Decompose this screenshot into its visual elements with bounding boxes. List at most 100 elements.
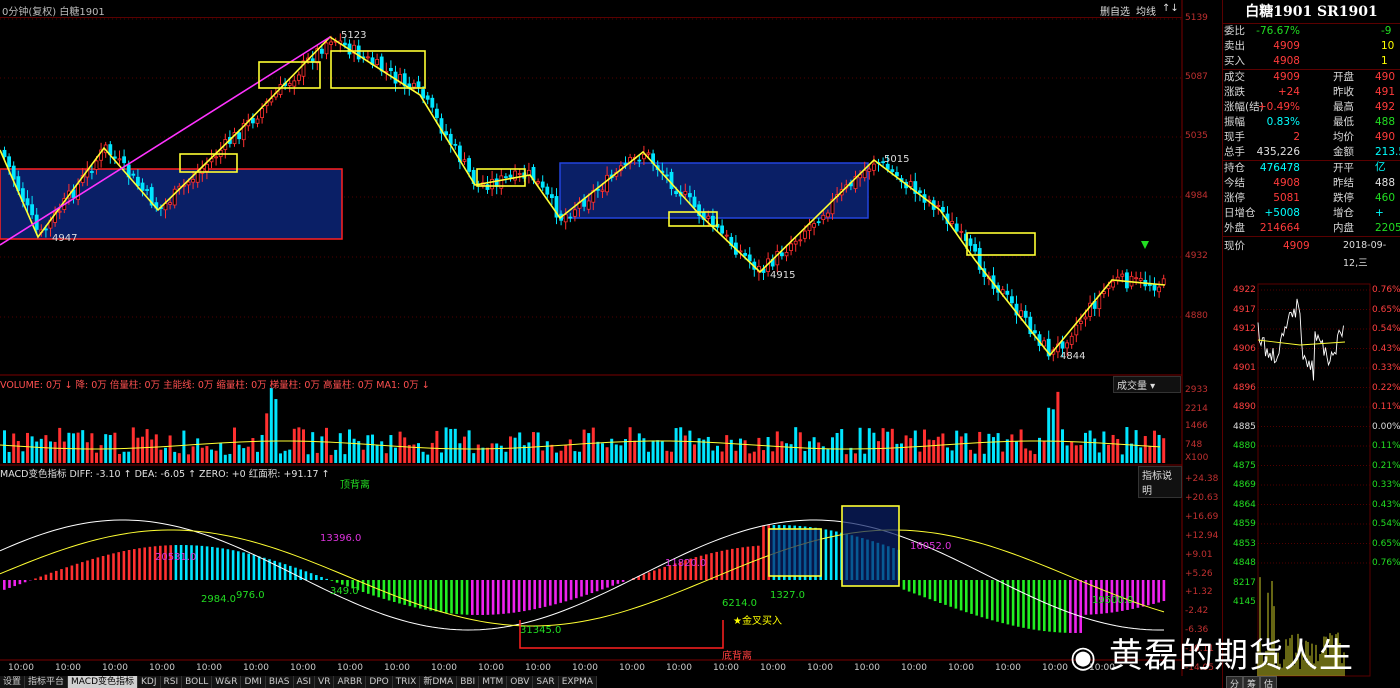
indicator-tab[interactable]: BBI <box>457 676 480 688</box>
macd-annotation: 2984.0 <box>201 594 236 605</box>
volume-bar <box>973 453 977 463</box>
time-label: 10:00 <box>8 663 34 673</box>
volume-bar <box>545 441 549 463</box>
macd-bar <box>60 569 63 580</box>
macd-tick: -2.42 <box>1185 606 1209 617</box>
volume-dropdown[interactable]: 成交量 ▾ <box>1113 376 1181 393</box>
mini-pct-tick: 0.65% <box>1372 304 1400 315</box>
toggle-button[interactable]: ↑↓ <box>1162 3 1179 18</box>
volume-bar <box>743 440 747 463</box>
volume-bar <box>702 439 706 463</box>
indicator-help-button[interactable]: 指标说明 <box>1138 466 1182 498</box>
macd-bar <box>642 574 646 580</box>
indicator-tab[interactable]: VR <box>315 676 335 688</box>
macd-bar <box>429 580 432 611</box>
quote-tab[interactable]: 筹 <box>1243 676 1261 688</box>
volume-bar <box>647 451 650 463</box>
volume-bar <box>297 427 301 463</box>
indicator-tab[interactable]: RSI <box>160 676 183 688</box>
indicator-tab[interactable]: DMI <box>241 676 266 688</box>
indicator-tab[interactable]: ARBR <box>334 676 367 688</box>
volume-bar <box>946 447 949 463</box>
indicator-tab[interactable]: W&R <box>212 676 242 688</box>
macd-bar <box>491 580 495 615</box>
indicator-tab[interactable]: OBV <box>507 676 534 688</box>
candle-body <box>204 163 209 172</box>
candle-body <box>375 58 380 65</box>
volume-bar <box>619 445 623 463</box>
volume-bar <box>734 450 738 463</box>
candle-body <box>568 216 573 219</box>
macd-bar <box>86 560 89 580</box>
volume-bar <box>371 434 374 463</box>
quote-tab[interactable]: 分 <box>1226 676 1244 688</box>
candle-body <box>798 239 803 242</box>
quote-value2: 490 <box>1375 71 1396 83</box>
candle-body <box>954 223 959 232</box>
quote-key2: 昨结 <box>1333 177 1354 189</box>
indicator-tab[interactable]: ASI <box>293 676 316 688</box>
volume-bar <box>550 444 554 463</box>
candle-body <box>973 244 977 252</box>
volume-bar <box>196 438 200 463</box>
candle-body <box>117 158 122 161</box>
time-label: 10:00 <box>760 663 786 673</box>
indicator-tab[interactable]: BIAS <box>265 676 294 688</box>
candle-body <box>706 215 711 219</box>
volume-bar <box>688 430 692 463</box>
volume-bar <box>173 451 177 463</box>
quote-tab[interactable]: 估 <box>1260 676 1278 688</box>
macd-bar <box>55 570 58 580</box>
time-label: 10:00 <box>384 663 410 673</box>
volume-bar <box>932 440 936 463</box>
macd-bar <box>216 547 219 580</box>
indicator-tab[interactable]: MACD变色指标 <box>68 676 139 688</box>
candle-body <box>743 253 747 256</box>
macd-bar <box>1032 580 1036 630</box>
candle-body <box>724 234 729 237</box>
volume-bar <box>573 451 577 463</box>
chart-canvas[interactable] <box>0 0 1400 688</box>
macd-bar <box>949 580 952 607</box>
candle-body <box>490 178 495 190</box>
indicator-tab[interactable]: MTM <box>479 676 508 688</box>
indicator-tab[interactable]: 指标平台 <box>25 676 69 688</box>
candle-body <box>665 174 669 177</box>
macd-bar <box>96 557 100 580</box>
macd-bar <box>824 529 828 580</box>
volume-bar <box>191 446 195 463</box>
indicator-tab[interactable]: EXPMA <box>558 676 597 688</box>
macd-bar <box>127 550 131 580</box>
volume-bar <box>918 451 922 463</box>
macd-bar <box>731 548 734 580</box>
volume-bar <box>394 447 397 463</box>
quote-key2: 均价 <box>1333 131 1354 143</box>
golden-cross-label: ★金叉买入 <box>733 616 782 627</box>
volume-bar <box>693 444 696 463</box>
volume-bar <box>872 432 876 463</box>
time-label: 10:00 <box>149 663 175 673</box>
volume-bar <box>601 443 604 463</box>
quote-key: 总手 <box>1224 146 1245 158</box>
macd-bar <box>294 567 297 580</box>
indicator-tab[interactable]: KDJ <box>138 676 161 688</box>
candle-body <box>1079 320 1083 324</box>
indicator-tab[interactable]: 设置 <box>0 676 26 688</box>
volume-bar <box>440 452 443 463</box>
remove-favorite-button[interactable]: 删自选 <box>1100 3 1130 18</box>
ma-button[interactable]: 均线 <box>1136 3 1156 18</box>
indicator-tab[interactable]: TRIX <box>392 676 421 688</box>
indicator-tab[interactable]: SAR <box>533 676 559 688</box>
indicator-tab[interactable]: BOLL <box>182 676 213 688</box>
macd-bar <box>398 580 401 604</box>
indicator-tab[interactable]: DPO <box>366 676 393 688</box>
macd-bar <box>965 580 968 613</box>
macd-bar <box>1074 580 1077 633</box>
mini-price-tick: 4896 <box>1233 382 1256 393</box>
quote-value2: 460 <box>1375 192 1396 204</box>
candle-body <box>862 169 867 179</box>
indicator-tab[interactable]: 新DMA <box>420 676 458 688</box>
macd-bar <box>918 580 921 596</box>
macd-bar <box>512 580 516 613</box>
candle-body <box>540 181 545 188</box>
